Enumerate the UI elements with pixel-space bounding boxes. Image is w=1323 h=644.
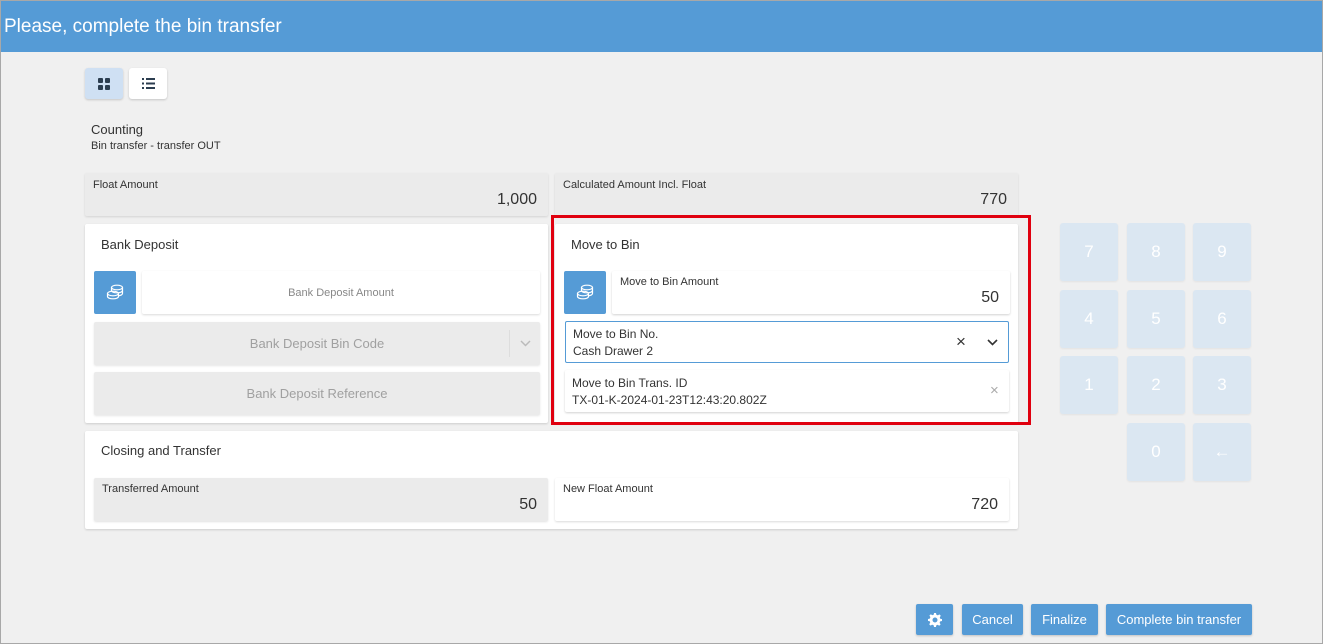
highlight-box <box>551 215 1031 425</box>
transferred-amount-value: 50 <box>519 496 537 513</box>
list-view-button[interactable] <box>129 68 167 99</box>
cancel-button[interactable]: Cancel <box>962 604 1023 635</box>
bank-deposit-reference-input[interactable]: Bank Deposit Reference <box>94 372 540 415</box>
chevron-down-icon <box>509 330 540 357</box>
float-amount-label: Float Amount <box>93 179 158 191</box>
transferred-amount-label: Transferred Amount <box>102 483 199 495</box>
closing-transfer-title: Closing and Transfer <box>101 443 221 458</box>
keypad-key-5[interactable]: 5 <box>1127 290 1185 348</box>
float-amount-value: 1,000 <box>496 191 537 208</box>
settings-button[interactable] <box>916 604 953 635</box>
keypad-key-4[interactable]: 4 <box>1060 290 1118 348</box>
bank-deposit-card: Bank Deposit Bank Deposit Amount Bank De… <box>85 224 548 423</box>
bank-deposit-bin-code-select[interactable]: Bank Deposit Bin Code <box>94 322 540 365</box>
calculated-amount-label: Calculated Amount Incl. Float <box>563 179 707 191</box>
grid-icon <box>98 77 110 90</box>
closing-transfer-card: Closing and Transfer Transferred Amount … <box>85 431 1018 529</box>
float-amount-field: Float Amount 1,000 <box>85 173 548 216</box>
keypad-backspace-key[interactable]: ← <box>1193 423 1251 481</box>
finalize-button[interactable]: Finalize <box>1031 604 1098 635</box>
bank-deposit-title: Bank Deposit <box>101 237 179 252</box>
transferred-amount-field: Transferred Amount 50 <box>94 478 548 521</box>
keypad-key-6[interactable]: 6 <box>1193 290 1251 348</box>
keypad-key-2[interactable]: 2 <box>1127 356 1185 414</box>
grid-view-button[interactable] <box>85 68 123 99</box>
keypad-key-7[interactable]: 7 <box>1060 223 1118 281</box>
page-subtitle: Bin transfer - transfer OUT <box>91 140 221 152</box>
bank-deposit-reference-placeholder: Bank Deposit Reference <box>246 386 388 401</box>
coins-icon <box>106 284 124 300</box>
list-icon <box>141 78 155 89</box>
bank-deposit-amount-input[interactable]: Bank Deposit Amount <box>142 271 540 314</box>
keypad-key-8[interactable]: 8 <box>1127 223 1185 281</box>
window-title: Please, complete the bin transfer <box>1 1 1322 52</box>
keypad-key-9[interactable]: 9 <box>1193 223 1251 281</box>
gear-icon <box>927 612 942 627</box>
calculated-amount-field: Calculated Amount Incl. Float 770 <box>555 173 1018 216</box>
new-float-amount-field[interactable]: New Float Amount 720 <box>555 478 1009 521</box>
bank-deposit-bin-code-placeholder: Bank Deposit Bin Code <box>249 336 385 351</box>
new-float-amount-value: 720 <box>971 496 998 513</box>
new-float-amount-label: New Float Amount <box>563 483 653 495</box>
page-title: Counting <box>91 122 144 137</box>
keypad-key-3[interactable]: 3 <box>1193 356 1251 414</box>
calculated-amount-value: 770 <box>980 191 1007 208</box>
bank-deposit-count-button[interactable] <box>94 271 136 314</box>
keypad-key-0[interactable]: 0 <box>1127 423 1185 481</box>
complete-bin-transfer-button[interactable]: Complete bin transfer <box>1106 604 1252 635</box>
keypad-key-1[interactable]: 1 <box>1060 356 1118 414</box>
